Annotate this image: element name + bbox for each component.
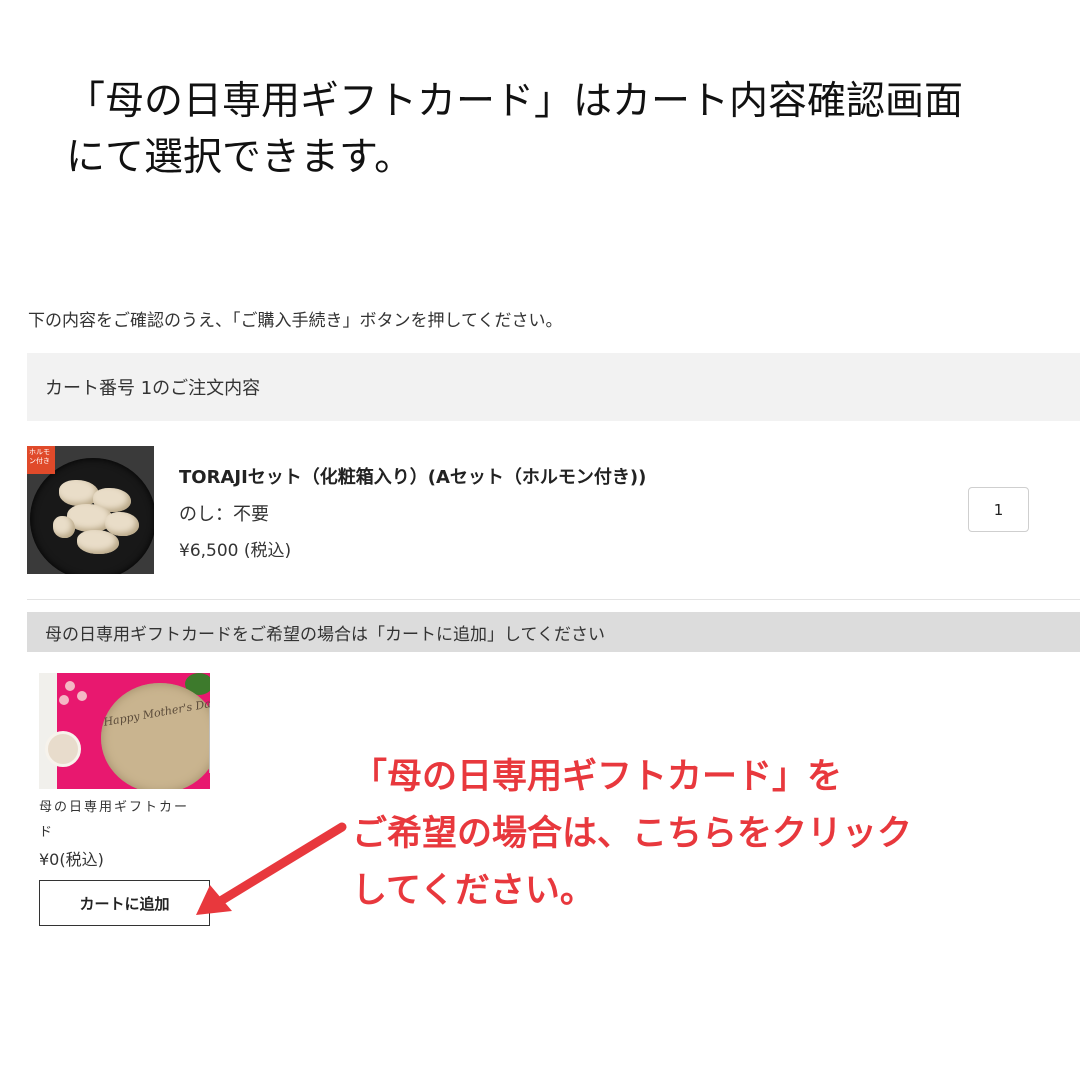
headline-line-1: 「母の日専用ギフトカード」はカート内容確認画面 <box>66 79 964 124</box>
meat-piece <box>77 530 119 554</box>
add-to-cart-button[interactable]: カートに追加 <box>39 880 210 926</box>
cart-header-label: カート番号 1のご注文内容 <box>45 378 261 399</box>
quantity-input[interactable] <box>968 487 1029 532</box>
cart-header: カート番号 1のご注文内容 <box>27 353 1080 421</box>
item-photo[interactable]: ホルモン付き <box>27 446 154 574</box>
gift-card-price: ¥0(税込) <box>39 850 104 869</box>
gift-card-name[interactable]: 母の日専用ギフトカード <box>39 795 199 845</box>
meat-piece <box>53 516 75 538</box>
gift-card-photo[interactable]: Happy Mother's Day <box>39 673 210 789</box>
gift-header-label: 母の日専用ギフトカードをご希望の場合は「カートに追加」してください <box>45 624 605 645</box>
headline-line-2: にて選択できます。 <box>66 135 414 180</box>
callout-text: 「母の日専用ギフトカード」を ご希望の場合は、こちらをクリック してください。 <box>352 748 1052 919</box>
item-price: ¥6,500 (税込) <box>179 541 292 561</box>
callout-line-3: してください。 <box>352 870 595 911</box>
pointer-arrow-icon <box>196 822 347 915</box>
divider <box>27 599 1080 600</box>
flower-shape <box>77 691 87 701</box>
cart-instruction: 下の内容をご確認のうえ、「ご購入手続き」ボタンを押してください。 <box>28 311 563 331</box>
callout-line-1: 「母の日専用ギフトカード」を <box>352 756 843 797</box>
flower-shape <box>59 695 69 705</box>
cutlery-shape <box>209 703 210 773</box>
cup-shape <box>45 731 81 767</box>
gift-header: 母の日専用ギフトカードをご希望の場合は「カートに追加」してください <box>27 612 1080 652</box>
headline: 「母の日専用ギフトカード」はカート内容確認画面 にて選択できます。 <box>66 74 1026 186</box>
item-noshi: のし：不要 <box>179 504 269 525</box>
item-photo-tag: ホルモン付き <box>27 446 55 474</box>
callout-line-2: ご希望の場合は、こちらをクリック <box>352 813 913 854</box>
flower-shape <box>65 681 75 691</box>
item-name[interactable]: TORAJIセット（化粧箱入り）(Aセット（ホルモン付き)) <box>179 463 646 489</box>
